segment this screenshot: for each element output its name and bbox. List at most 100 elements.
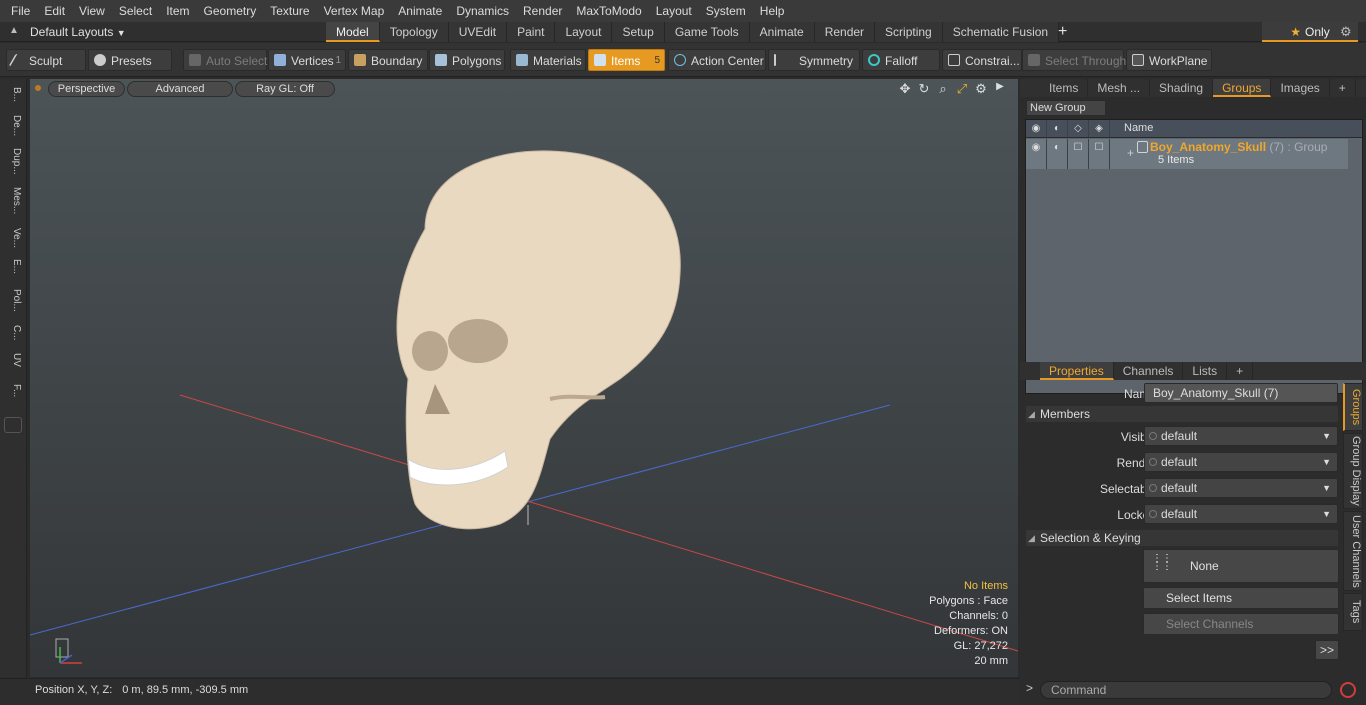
expand-icon[interactable]: + — [1127, 146, 1134, 160]
locked-select[interactable]: default ▼ — [1144, 504, 1338, 524]
menu-file[interactable]: File — [4, 0, 37, 22]
constraints-button[interactable]: Constrai... — [942, 49, 1022, 71]
strip-tab-edge[interactable]: E... — [4, 255, 22, 279]
tab-schematic-fusion[interactable]: Schematic Fusion — [942, 22, 1060, 42]
tab-animate[interactable]: Animate — [749, 22, 815, 42]
scene-canvas[interactable] — [30, 79, 1018, 677]
tab-render[interactable]: Render — [814, 22, 876, 42]
strip-tab-deform[interactable]: De... — [4, 111, 22, 141]
presets-button[interactable]: Presets — [88, 49, 172, 71]
tab-scripting[interactable]: Scripting — [875, 22, 943, 42]
menu-system[interactable]: System — [699, 0, 753, 22]
vertices-button[interactable]: Vertices 1 — [268, 49, 346, 71]
selection-keying-section[interactable]: ◢ Selection & Keying — [1026, 530, 1338, 546]
new-group-button[interactable]: New Group — [1026, 100, 1106, 116]
select-through-button[interactable]: Select Through — [1022, 49, 1126, 71]
tab-shading[interactable]: Shading — [1150, 79, 1214, 97]
menu-view[interactable]: View — [72, 0, 112, 22]
tab-uvedit[interactable]: UVEdit — [448, 22, 508, 42]
strip-tab-basic[interactable]: B... — [4, 83, 22, 107]
menu-select[interactable]: Select — [112, 0, 159, 22]
gear-icon[interactable]: ⚙ — [1340, 22, 1352, 42]
selectable-select[interactable]: default ▼ — [1144, 478, 1338, 498]
symmetry-button[interactable]: Symmetry — [768, 49, 860, 71]
sculpt-button[interactable]: Sculpt — [6, 49, 86, 71]
add-tab-button[interactable]: + — [1058, 22, 1067, 42]
strip-tab-duplicate[interactable]: Dup... — [4, 145, 22, 177]
strip-tab-uv[interactable]: UV — [4, 349, 22, 371]
tab-layout[interactable]: Layout — [555, 22, 613, 42]
name-field[interactable]: Boy_Anatomy_Skull (7) — [1144, 383, 1338, 403]
tab-model[interactable]: Model — [326, 22, 380, 42]
3d-viewport[interactable]: Perspective Advanced Ray GL: Off ✥ ↻ ⌕ ⤢… — [30, 79, 1018, 677]
menu-geometry[interactable]: Geometry — [197, 0, 264, 22]
select-icon[interactable]: ◇ — [1068, 120, 1089, 137]
tab-channels[interactable]: Channels — [1114, 362, 1184, 380]
render-select[interactable]: default ▼ — [1144, 452, 1338, 472]
tab-paint[interactable]: Paint — [507, 22, 556, 42]
strip-tab-curve[interactable]: C... — [4, 321, 22, 345]
row-visibility-icon[interactable]: ◉ — [1026, 139, 1047, 169]
action-center-button[interactable]: Action Center — [668, 49, 766, 71]
strip-tab-polygon[interactable]: Pol... — [4, 283, 22, 317]
axis-gizmo — [52, 635, 102, 677]
tab-properties[interactable]: Properties — [1040, 362, 1114, 380]
row-select-checkbox[interactable]: ☐ — [1068, 139, 1089, 169]
menu-dynamics[interactable]: Dynamics — [449, 0, 516, 22]
auto-select-button[interactable]: Auto Select — [183, 49, 267, 71]
falloff-button[interactable]: Falloff — [862, 49, 940, 71]
collapse-arrow-icon[interactable]: ▲ — [9, 25, 19, 36]
strip-tab-fusion[interactable]: F... — [4, 375, 22, 407]
side-tab-tags[interactable]: Tags — [1343, 593, 1363, 631]
command-input[interactable]: Command — [1040, 681, 1332, 699]
materials-button[interactable]: Materials — [510, 49, 586, 71]
menu-item[interactable]: Item — [159, 0, 196, 22]
groups-list[interactable]: New Group ◉ ◐ ◇ ◈ Name ◉ ◐ ☐ ☐ + Boy_Ana… — [1025, 100, 1363, 394]
row-lock-checkbox[interactable]: ☐ — [1089, 139, 1110, 169]
tab-lists[interactable]: Lists — [1183, 362, 1228, 380]
render-icon[interactable]: ◐ — [1047, 120, 1068, 137]
tab-items[interactable]: Items — [1040, 79, 1089, 97]
menu-help[interactable]: Help — [753, 0, 792, 22]
menu-maxtomodo[interactable]: MaxToModo — [569, 0, 648, 22]
items-button[interactable]: Items 5 — [588, 49, 665, 71]
side-tab-group-display[interactable]: Group Display — [1343, 433, 1363, 509]
tab-groups[interactable]: Groups — [1213, 79, 1272, 97]
group-row[interactable]: ◉ ◐ ☐ ☐ + Boy_Anatomy_Skull (7) : Group … — [1026, 139, 1348, 169]
tab-images[interactable]: Images — [1271, 79, 1330, 97]
row-render-icon[interactable]: ◐ — [1047, 139, 1068, 169]
workplane-button[interactable]: WorkPlane — [1126, 49, 1212, 71]
side-tab-user-channels[interactable]: User Channels — [1343, 511, 1363, 591]
tab-add-props[interactable]: + — [1227, 362, 1254, 380]
groups-header: ◉ ◐ ◇ ◈ Name — [1026, 120, 1362, 138]
members-section[interactable]: ◢ Members — [1026, 406, 1338, 422]
tab-add-panel[interactable]: + — [1330, 79, 1356, 97]
lock-icon[interactable]: ◈ — [1089, 120, 1110, 137]
tab-game-tools[interactable]: Game Tools — [664, 22, 750, 42]
strip-tab-vertex[interactable]: Ve... — [4, 225, 22, 251]
record-icon[interactable] — [1340, 682, 1356, 698]
layout-dropdown[interactable]: Default Layouts ▼ — [30, 22, 126, 42]
strip-tab-mesh[interactable]: Mes... — [4, 181, 22, 221]
side-tab-groups[interactable]: Groups — [1343, 383, 1363, 431]
menu-render[interactable]: Render — [516, 0, 569, 22]
menu-layout[interactable]: Layout — [649, 0, 699, 22]
menu-animate[interactable]: Animate — [391, 0, 449, 22]
tab-setup[interactable]: Setup — [612, 22, 665, 42]
menu-vertex-map[interactable]: Vertex Map — [317, 0, 392, 22]
select-channels-button[interactable]: Select Channels — [1143, 613, 1339, 635]
boundary-button[interactable]: Boundary — [348, 49, 428, 71]
polygons-button[interactable]: Polygons — [429, 49, 505, 71]
tab-mesh[interactable]: Mesh ... — [1088, 79, 1151, 97]
name-column-header[interactable]: Name — [1124, 122, 1153, 134]
menu-edit[interactable]: Edit — [37, 0, 72, 22]
select-items-button[interactable]: Select Items — [1143, 587, 1339, 609]
vertices-count: 1 — [335, 55, 341, 66]
none-button[interactable]: ⋮⋮ ⋮⋮ None — [1143, 549, 1339, 583]
visible-select[interactable]: default ▼ — [1144, 426, 1338, 446]
strip-extra-button[interactable] — [4, 417, 22, 433]
more-button[interactable]: >> — [1315, 640, 1339, 660]
tab-topology[interactable]: Topology — [379, 22, 449, 42]
visibility-eye-icon[interactable]: ◉ — [1026, 120, 1047, 137]
menu-texture[interactable]: Texture — [263, 0, 316, 22]
